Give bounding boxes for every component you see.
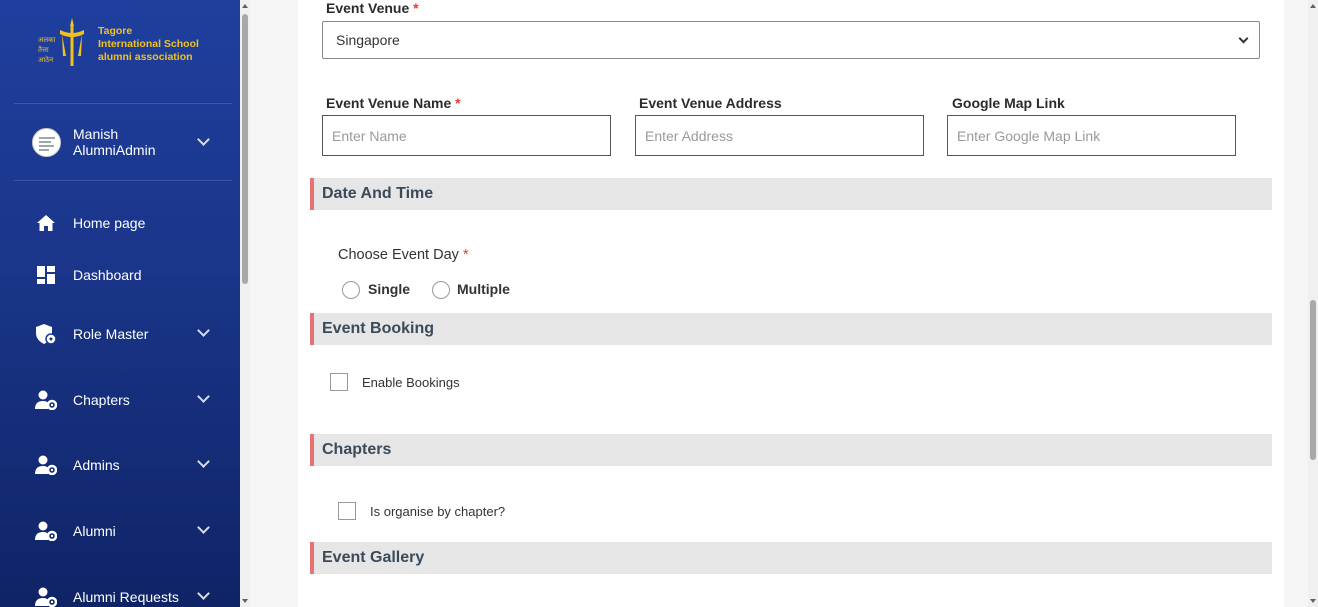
school-logo[interactable]: अलका तैत्ता आठेन Tagore International Sc… [36,16,216,70]
logo-text: Tagore International School alumni assoc… [98,25,199,64]
sidebar-item-label: Role Master [73,326,149,342]
venue-name-input[interactable] [322,115,611,156]
venue-name-label: Event Venue Name * [326,95,461,111]
section-chapters: Chapters [310,434,1272,466]
required-mark: * [462,247,469,263]
chevron-down-icon[interactable] [197,390,210,403]
venue-address-label: Event Venue Address [639,95,782,111]
sidebar-item-alumni-requests[interactable]: Alumni Requests [35,584,225,607]
sidebar-item-role-master[interactable]: Role Master [35,321,225,347]
sidebar-item-label: Home page [73,215,146,231]
sidebar-item-label: Admins [73,457,120,473]
user-gear-icon [35,586,57,607]
sidebar-item-dashboard[interactable]: Dashboard [35,262,225,288]
chevron-down-icon[interactable] [197,324,210,337]
venue-address-input[interactable] [635,115,924,156]
organise-by-chapter-checkbox[interactable] [338,502,356,520]
chevron-down-icon[interactable] [197,133,210,146]
radio-single-label[interactable]: Single [368,281,410,297]
event-venue-label-text: Event Venue [326,0,410,16]
event-day-label: Choose Event Day * [338,247,469,263]
sidebar-item-home[interactable]: Home page [35,210,225,236]
logo-line-1: Tagore [98,25,133,37]
scrollbar-thumb[interactable] [242,14,248,284]
scroll-up-arrow-icon[interactable] [1310,4,1316,8]
logo-mark-line-1: अलका [38,36,55,44]
sidebar-divider [14,180,232,181]
section-date-time: Date And Time [310,178,1272,210]
sidebar-item-admins[interactable]: Admins [35,452,225,478]
enable-bookings-checkbox[interactable] [330,373,348,391]
event-venue-select[interactable]: Singapore [322,21,1260,59]
scroll-down-arrow-icon[interactable] [242,599,248,603]
radio-multiple-label[interactable]: Multiple [457,281,510,297]
sidebar-item-label: Dashboard [73,267,142,283]
event-day-label-text: Choose Event Day [338,247,459,263]
shield-user-icon [35,323,57,345]
event-venue-value: Singapore [336,32,400,48]
sidebar-divider [14,103,232,104]
logo-line-2: International School [98,38,199,50]
scrollbar-thumb[interactable] [1310,300,1316,460]
scroll-down-arrow-icon[interactable] [1310,599,1316,603]
logo-line-3: alumni association [98,51,193,63]
sidebar-item-label: Chapters [73,392,130,408]
user-name: Manish AlumniAdmin [73,126,155,158]
map-link-label: Google Map Link [952,95,1065,111]
sidebar: अलका तैत्ता आठेन Tagore International Sc… [0,0,240,607]
user-gear-icon [35,520,57,542]
logo-mark-line-2: तैत्ता [38,45,49,54]
chevron-down-icon [1238,33,1249,44]
user-role: AlumniAdmin [73,142,156,158]
required-mark: * [455,95,461,111]
chevron-down-icon[interactable] [197,521,210,534]
logo-mark-icon: अलका तैत्ता आठेन [38,18,84,66]
organise-by-chapter-label[interactable]: Is organise by chapter? [370,504,505,519]
map-link-input[interactable] [947,115,1236,156]
venue-name-label-text: Event Venue Name [326,95,452,111]
user-first-name: Manish [73,126,119,142]
user-gear-icon [35,389,57,411]
chevron-down-icon[interactable] [197,455,210,468]
section-event-gallery: Event Gallery [310,542,1272,574]
sidebar-item-chapters[interactable]: Chapters [35,387,225,413]
avatar [32,127,61,157]
user-menu[interactable]: Manish AlumniAdmin [32,124,222,160]
scroll-up-arrow-icon[interactable] [242,4,248,8]
section-event-booking: Event Booking [310,313,1272,345]
sidebar-item-label: Alumni Requests [73,589,179,605]
chevron-down-icon[interactable] [197,587,210,600]
page-scrollbar[interactable] [1308,0,1318,607]
home-icon [35,212,57,234]
sidebar-item-label: Alumni [73,523,116,539]
radio-single[interactable] [342,281,360,299]
user-gear-icon [35,454,57,476]
radio-multiple[interactable] [432,281,450,299]
enable-bookings-label[interactable]: Enable Bookings [362,375,460,390]
required-mark: * [413,0,419,16]
sidebar-scrollbar[interactable] [240,0,250,607]
event-venue-label: Event Venue * [326,0,419,16]
dashboard-icon [35,264,57,286]
sidebar-item-alumni[interactable]: Alumni [35,518,225,544]
logo-mark-line-3: आठेन [38,55,53,64]
